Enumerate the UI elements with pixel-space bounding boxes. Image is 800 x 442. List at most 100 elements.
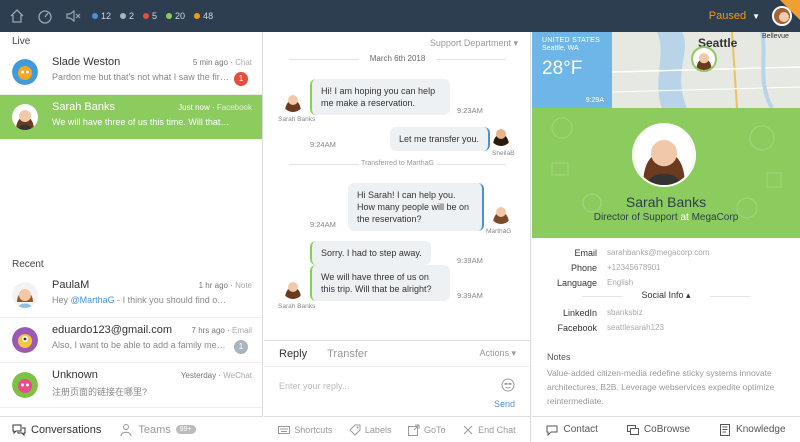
message-time: 9:24AM [310,220,336,229]
location-map[interactable]: Seattle Bellevue UNITED STATES Seattle, … [532,32,800,108]
job-title: Director of Support [593,212,678,223]
send-button[interactable]: Send [494,399,515,409]
conversation-time: Yesterday · WeChat [180,371,252,380]
contact-name: PaulaM [52,279,90,291]
message-time: 9:24AM [310,140,336,149]
reply-tabs: Reply Transfer Actions ▾ [264,341,530,367]
conversation-item[interactable]: Unknown Yesterday · WeChat 注册页面的链接在哪里? [0,363,262,408]
tab-reply[interactable]: Reply [279,348,307,360]
time-text: 7 hrs ago [191,326,225,335]
labels-label: Labels [364,424,392,435]
detail-row-phone: Phone +12345678901 [532,260,800,275]
email-value[interactable]: sarahbanks@megacorp.com [607,248,709,257]
status-count-blue[interactable]: 12 [92,11,111,21]
avatar [12,59,38,85]
department-dropdown[interactable]: Support Department ▾ [430,38,518,49]
facebook-value[interactable]: seattlesarah123 [607,323,664,332]
chat-icon [546,425,558,436]
reply-input[interactable]: Enter your reply... [279,381,349,391]
keyboard-icon [278,425,291,434]
contact-name: Slade Weston [52,56,121,68]
detail-row-language: Language English [532,275,800,290]
weather-widget: UNITED STATES Seattle, WA 28°F 9:29A [532,32,612,108]
chat-toolbar: Shortcuts Labels GoTo End Chat [264,416,530,442]
conversation-preview: Hey @MarthaG - I think you should find o… [52,295,252,305]
avatar [12,282,38,308]
shortcuts-button[interactable]: Shortcuts [278,424,332,436]
chevron-down-icon[interactable]: ▼ [752,12,760,21]
contact-actions-bar: Contact CoBrowse Knowledge [532,416,800,442]
linkedin-label: LinkedIn [562,307,597,318]
status-count-red[interactable]: 5 [143,11,157,21]
goto-button[interactable]: GoTo [408,424,446,436]
avatar [490,202,512,224]
social-info-toggle[interactable]: Social Info ▴ [532,290,800,303]
time-text: 1 hr ago [198,281,228,290]
teams-tab[interactable]: Teams 99+ [119,423,196,437]
conversation-preview: 注册页面的链接在哪里? [52,387,148,397]
linkedin-value[interactable]: sbanksbiz [607,308,643,317]
channel-text: Facebook [216,103,252,112]
labels-button[interactable]: Labels [349,424,392,436]
knowledge-button[interactable]: Knowledge [719,423,786,436]
status-dot-blue [92,13,98,19]
detail-row-linkedin: LinkedIn sbanksbiz [532,305,800,320]
tab-transfer[interactable]: Transfer [327,348,368,360]
teams-label: Teams [138,423,171,436]
conversation-item[interactable]: eduardo123@gmail.com 7 hrs ago · Email A… [0,318,262,363]
message-bubble: Let me transfer you. [390,127,491,151]
status-dot-green [166,13,173,19]
mention-link[interactable]: @MarthaG [71,295,115,305]
actions-dropdown[interactable]: Actions ▾ [479,348,516,359]
message-bubble: We will have three of us on this trip. W… [310,265,450,301]
cobrowse-label: CoBrowse [643,424,691,435]
contact-name: Sarah Banks [52,101,115,113]
message-time: 9:39AM [457,291,483,300]
emoji-icon[interactable] [501,378,515,392]
cobrowse-button[interactable]: CoBrowse [626,424,691,436]
avatar [12,104,38,130]
dashboard-icon[interactable] [36,7,54,25]
facebook-label: Facebook [557,322,597,333]
status-count-value: 5 [152,11,158,21]
status-count-orange[interactable]: 48 [194,11,213,21]
chevron-down-icon: ▾ [513,38,518,48]
contact-button[interactable]: Contact [546,424,598,436]
message-time: 9:39AM [457,256,483,265]
status-count-green[interactable]: 20 [166,11,185,21]
left-bottom-nav: Conversations Teams 99+ [0,416,263,442]
conversation-time: Just now · Facebook [178,103,252,112]
status-count-value: 2 [129,11,135,21]
conversation-item-active[interactable]: Sarah Banks Just now · Facebook We will … [0,95,262,140]
contact-details: Email sarahbanks@megacorp.com Phone +12345… [532,245,800,335]
channel-text: Chat [235,58,252,67]
time-text: Just now [178,103,210,112]
home-icon[interactable] [8,7,26,25]
channel-text: WeChat [223,371,252,380]
conversation-time: 5 min ago · Chat [192,58,252,67]
language-value: English [607,278,634,287]
conversation-item[interactable]: Slade Weston 5 min ago · Chat Pardon me … [0,50,262,95]
team-icon [120,423,132,436]
agent-status-dropdown[interactable]: Paused [709,10,746,22]
chevron-up-icon: ▴ [686,290,691,300]
end-chat-button[interactable]: End Chat [462,424,516,436]
actions-label: Actions [479,348,509,358]
conversations-tab[interactable]: Conversations [12,423,101,437]
phone-value[interactable]: +12345678901 [607,263,661,272]
notes-text[interactable]: Value-added citizen-media redefine stick… [547,366,787,408]
profile-header: Sarah Banks Director of Support at MegaC… [532,108,800,238]
weather-city: Seattle, WA [542,45,579,52]
conversation-list-panel: Live Slade Weston 5 min ago · Chat Pardo… [0,32,263,442]
chevron-down-icon: ▾ [511,348,516,358]
detail-row-email: Email sarahbanks@megacorp.com [532,245,800,260]
preview-text: - I think you should find out what is go… [117,295,252,305]
conversation-item[interactable]: PaulaM 1 hr ago · Note Hey @MarthaG - I … [0,273,262,318]
live-section-title: Live [12,36,31,47]
cobrowse-icon [626,424,639,435]
company-name: MegaCorp [691,212,739,223]
end-chat-label: End Chat [478,424,516,435]
status-dot-gray [120,13,127,19]
status-count-gray[interactable]: 2 [120,11,134,21]
mute-icon[interactable] [64,7,82,25]
